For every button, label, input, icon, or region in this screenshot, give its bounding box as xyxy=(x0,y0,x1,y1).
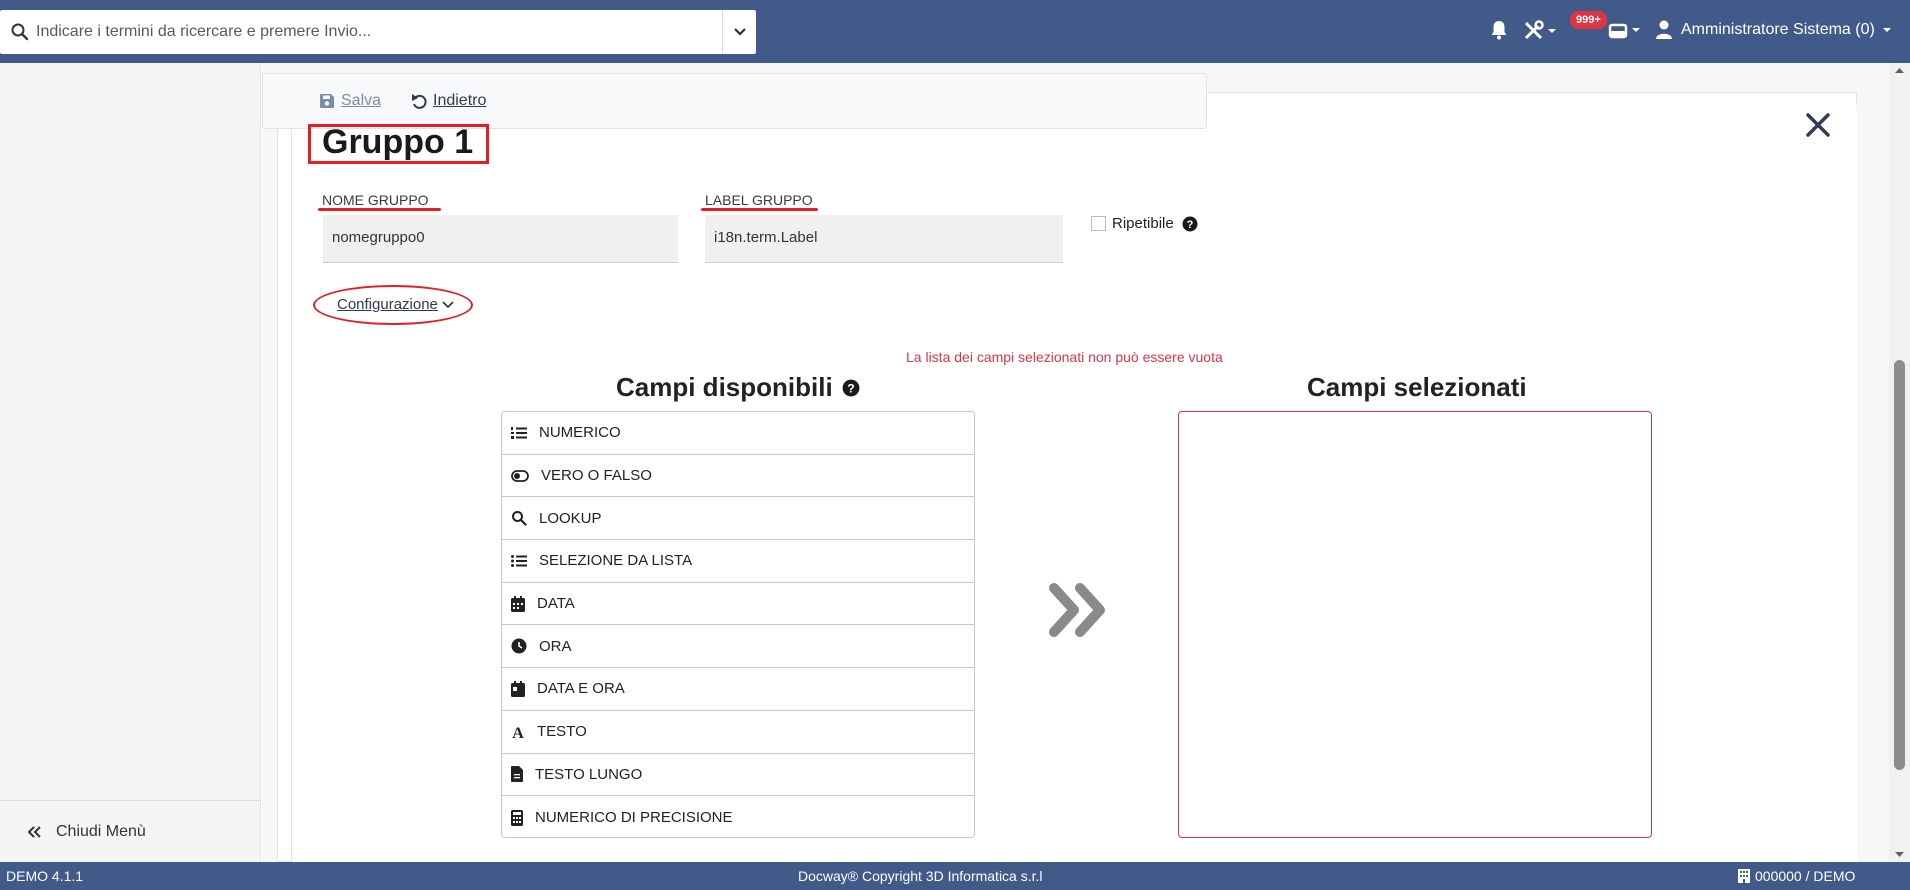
svg-text:?: ? xyxy=(847,381,855,395)
list-item[interactable]: DATA xyxy=(502,583,974,626)
list-item[interactable]: SELEZIONE DA LISTA xyxy=(502,540,974,583)
page-scrollbar[interactable] xyxy=(1889,63,1910,862)
search-bar xyxy=(0,10,756,54)
list-item[interactable]: TESTO LUNGO xyxy=(502,754,974,797)
user-menu[interactable]: Amministratore Sistema (0) xyxy=(1655,20,1892,39)
list-item-label: TESTO xyxy=(537,723,587,741)
font-icon: A xyxy=(512,725,524,739)
search-icon xyxy=(11,23,29,41)
footer-office-label: 000000 / DEMO xyxy=(1755,868,1856,884)
list-item[interactable]: NUMERICO DI PRECISIONE xyxy=(502,796,974,839)
available-fields-title: Campi disponibili xyxy=(616,372,833,402)
scroll-up-icon xyxy=(1895,68,1904,73)
validation-error: La lista dei campi selezionati non può e… xyxy=(906,349,1223,365)
floppy-disk-icon xyxy=(320,94,334,108)
calculator-icon xyxy=(511,809,523,826)
list-item[interactable]: LOOKUP xyxy=(502,497,974,541)
chevron-down-icon xyxy=(442,300,454,308)
scroll-down-icon xyxy=(1895,852,1904,857)
save-label: Salva xyxy=(341,92,382,109)
list-item-label: LOOKUP xyxy=(539,509,602,527)
available-fields-heading: Campi disponibili ? xyxy=(616,372,860,403)
file-text-icon xyxy=(511,766,523,783)
list-item-label: VERO O FALSO xyxy=(541,467,652,485)
search-dropdown-button[interactable] xyxy=(722,10,756,54)
available-fields-list: NUMERICO VERO O FALSO LOOKUP SELEZIONE D… xyxy=(501,411,975,838)
chevron-down-icon xyxy=(733,28,746,36)
sidebar: Chiudi Menù xyxy=(0,63,261,862)
footer-office: 000000 / DEMO xyxy=(1738,868,1855,884)
repeatable-checkbox[interactable] xyxy=(1091,216,1106,231)
toggle-icon xyxy=(511,469,529,482)
configuration-label: Configurazione xyxy=(337,296,438,313)
list-item-label: DATA xyxy=(537,595,575,613)
inbox-menu[interactable] xyxy=(1608,21,1641,39)
save-button[interactable]: Salva xyxy=(319,92,381,110)
close-menu-label: Chiudi Menù xyxy=(56,822,146,840)
undo-icon xyxy=(412,93,427,109)
calendar-icon xyxy=(511,595,525,612)
list-item-label: SELEZIONE DA LISTA xyxy=(539,552,693,570)
double-chevron-left-icon xyxy=(27,825,41,838)
group-label-label: LABEL GRUPPO xyxy=(705,192,813,208)
list-item[interactable]: DATA E ORA xyxy=(502,668,974,711)
list-item-label: NUMERICO DI PRECISIONE xyxy=(535,809,733,827)
group-label-annotation-underline xyxy=(701,208,818,211)
inbox-icon xyxy=(1608,23,1628,39)
calendar-day-icon xyxy=(511,680,525,697)
caret-down-icon xyxy=(1882,27,1891,32)
list-item-label: TESTO LUNGO xyxy=(535,765,643,783)
selected-fields-title: Campi selezionati xyxy=(1307,372,1527,402)
user-name: Amministratore Sistema (0) xyxy=(1681,20,1875,38)
building-icon xyxy=(1738,869,1750,883)
page-title: Gruppo 1 xyxy=(322,123,474,161)
action-toolbar: Salva Indietro xyxy=(262,73,1207,129)
tools-menu[interactable] xyxy=(1523,20,1557,41)
bell-icon[interactable] xyxy=(1490,20,1508,40)
footer-copyright: Docway® Copyright 3D Informatica s.r.l xyxy=(798,868,1043,884)
group-name-field[interactable]: nomegruppo0 xyxy=(323,215,678,263)
notification-badge: 999+ xyxy=(1570,11,1607,29)
group-name-annotation-underline xyxy=(318,208,441,211)
footer-version: DEMO 4.1.1 xyxy=(6,868,84,884)
clock-icon xyxy=(511,638,527,654)
close-menu-button[interactable]: Chiudi Menù xyxy=(0,800,261,862)
help-icon[interactable]: ? xyxy=(1182,216,1198,232)
top-navbar: 999+ Amministratore Sistema (0) xyxy=(0,0,1910,63)
list-icon xyxy=(511,554,527,567)
list-ol-icon xyxy=(511,426,527,439)
search-icon xyxy=(512,511,527,526)
close-icon[interactable] xyxy=(1805,112,1831,138)
list-item-label: NUMERICO xyxy=(539,424,621,442)
list-item-label: DATA E ORA xyxy=(537,680,625,698)
back-button[interactable]: Indietro xyxy=(411,92,486,110)
tools-icon xyxy=(1524,20,1544,40)
back-label: Indietro xyxy=(433,92,487,109)
repeatable-label: Ripetibile xyxy=(1112,215,1174,232)
scrollbar-thumb[interactable] xyxy=(1894,360,1905,770)
selected-fields-list[interactable] xyxy=(1178,411,1652,838)
configuration-toggle[interactable]: Configurazione xyxy=(337,296,454,313)
footer: DEMO 4.1.1 Docway® Copyright 3D Informat… xyxy=(0,862,1910,890)
group-name-label: NOME GRUPPO xyxy=(322,192,429,208)
help-icon[interactable]: ? xyxy=(842,379,860,397)
caret-down-icon xyxy=(1548,28,1556,33)
group-label-field[interactable]: i18n.term.Label xyxy=(705,215,1063,263)
svg-text:A: A xyxy=(512,725,524,739)
list-item[interactable]: NUMERICO xyxy=(502,412,974,455)
svg-text:?: ? xyxy=(1187,219,1194,231)
double-chevron-right-icon[interactable] xyxy=(1048,582,1110,638)
list-item[interactable]: VERO O FALSO xyxy=(502,455,974,498)
list-item[interactable]: ORA xyxy=(502,625,974,669)
list-item[interactable]: A TESTO xyxy=(502,711,974,754)
list-item-label: ORA xyxy=(539,637,572,655)
search-input[interactable] xyxy=(36,10,716,54)
caret-down-icon xyxy=(1632,28,1640,32)
user-icon xyxy=(1656,20,1672,39)
